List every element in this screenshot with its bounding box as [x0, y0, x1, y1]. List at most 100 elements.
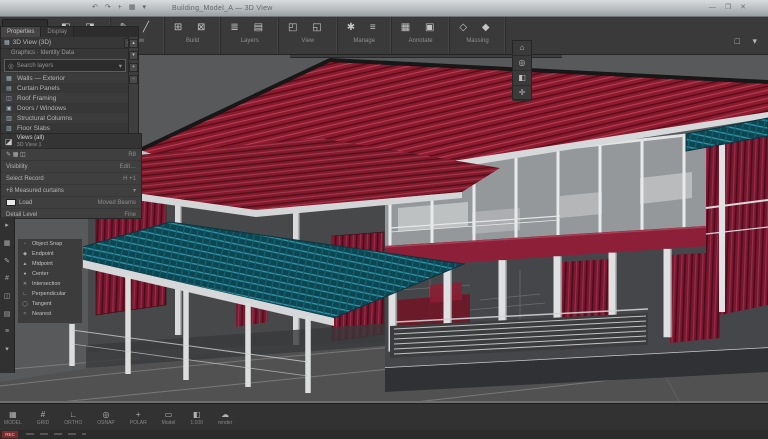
layers-icons[interactable]: ≣ ▤ — [230, 19, 269, 37]
home-view-icon[interactable]: ⌂ — [513, 41, 531, 56]
view-tools-stack: ⌂ ◎ ◧ ✛ — [512, 40, 532, 100]
list-item[interactable]: ▣ Doors / Windows — [1, 103, 138, 113]
right-slat-wall — [706, 122, 768, 318]
snap-icon: ✕ — [22, 281, 28, 287]
status-label: 1:100 — [190, 420, 203, 426]
ribbon-group-build[interactable]: ⊞ ⊠ Build — [165, 16, 222, 54]
minimize-button[interactable]: — — [709, 0, 716, 16]
menu-item[interactable]: ▲ Midpoint — [18, 259, 82, 269]
view-type-icon: ▦ — [4, 39, 10, 46]
search-input[interactable]: Search layers — [17, 63, 116, 69]
menu-item[interactable]: ● Center — [18, 269, 82, 279]
option-row[interactable]: Visibility Edit… — [1, 161, 141, 173]
pan-icon[interactable]: ✛ — [513, 86, 531, 101]
row-value: H +1 — [123, 176, 136, 182]
expand-icon[interactable]: ▸ — [5, 221, 9, 229]
chevron-down-icon[interactable]: ▾ — [133, 187, 136, 194]
status-label: MODEL — [4, 420, 22, 426]
menu-item-label: Perpendicular — [32, 291, 66, 297]
redo-icon[interactable]: ↷ — [105, 0, 111, 16]
status-label: render — [218, 420, 232, 426]
layer-label: Roof Framing — [17, 95, 56, 102]
section-icon[interactable]: ◫ — [4, 292, 11, 300]
view-options-palette: ◪ Views (all) 3D View 1 ✎ ▦ ◫ R8 Visibil… — [0, 133, 142, 219]
tab-properties[interactable]: Properties — [1, 27, 41, 37]
ribbon-group-massing[interactable]: ◇ ◆ Massing — [450, 16, 505, 54]
grid-icon[interactable]: ▦ — [4, 239, 11, 247]
status-model-tab[interactable]: ▭ Model — [162, 410, 176, 426]
group-label: Annotate — [409, 38, 433, 44]
list-item[interactable]: ▥ Structural Columns — [1, 113, 138, 123]
palette-subtitle: Graphics · Identity Data — [1, 49, 138, 58]
status-scale[interactable]: ◧ 1:100 — [190, 410, 203, 426]
chevron-down-icon[interactable]: ▾ — [5, 345, 9, 353]
status-toggle-grid[interactable]: # GRID — [37, 410, 50, 426]
tab-display[interactable]: Display — [41, 27, 74, 37]
snap-icon: ◯ — [22, 301, 28, 307]
snap-icon: ▫ — [22, 241, 28, 247]
option-row[interactable]: Load Moved Beams — [1, 197, 141, 209]
new-icon[interactable]: + — [118, 0, 122, 16]
status-toggle-model[interactable]: ▦ MODEL — [4, 410, 22, 426]
snap-icon: ▲ — [22, 261, 28, 267]
row-label: Load — [19, 200, 32, 206]
layer-search-box[interactable]: ◎ Search layers ▾ — [4, 59, 126, 72]
annotate-icons[interactable]: ▦ ▣ — [401, 19, 441, 37]
manage-icons[interactable]: ✱ ≡ — [347, 19, 382, 37]
list-icon[interactable]: ≡ — [5, 328, 9, 335]
menu-item[interactable]: ◯ Tangent — [18, 299, 82, 309]
list-item[interactable]: ◫ Roof Framing — [1, 93, 138, 103]
row-value: Moved Beams — [98, 200, 136, 206]
status-render[interactable]: ☁ render — [218, 410, 232, 426]
status-label: GRID — [37, 420, 50, 426]
ribbon-right-icons[interactable]: □ ▾ — [735, 36, 762, 47]
option-row[interactable]: Detail Level Fine — [1, 209, 141, 220]
ribbon-group-annotate[interactable]: ▦ ▣ Annotate — [392, 16, 451, 54]
close-button[interactable]: ✕ — [740, 0, 746, 16]
view-icons[interactable]: ◰ ◱ — [288, 19, 328, 37]
option-row[interactable]: +8 Measured curtains ▾ — [1, 185, 141, 197]
menu-item[interactable]: ◆ Endpoint — [18, 249, 82, 259]
status-toggle-ortho[interactable]: ∟ ORTHO — [64, 410, 82, 426]
menu-item[interactable]: ▫ Object Snap — [18, 239, 82, 249]
menu-item[interactable]: ∟ Perpendicular — [18, 289, 82, 299]
status-toggle-osnap[interactable]: ◎ OSNAP — [97, 410, 115, 426]
scroll-up-button[interactable]: ▴ — [129, 39, 138, 48]
undo-icon[interactable]: ↶ — [92, 0, 98, 16]
menu-item-label: Midpoint — [32, 261, 53, 267]
ribbon-group-view[interactable]: ◰ ◱ View — [279, 16, 338, 54]
pencil-icon[interactable]: ✎ — [4, 257, 10, 265]
color-swatch[interactable] — [6, 199, 16, 206]
list-item[interactable]: ▦ Walls — Exterior — [1, 73, 138, 83]
scroll-down-button[interactable]: ▾ — [129, 51, 138, 60]
menu-item-label: Nearest — [32, 311, 51, 317]
window-title: Building_Model_A — 3D View — [172, 5, 273, 12]
list-item[interactable]: ▧ Floor Slabs — [1, 123, 138, 133]
row-label: Visibility — [6, 164, 28, 170]
hatch-icon[interactable]: # — [5, 275, 9, 282]
section-box-icon[interactable]: ◧ — [513, 71, 531, 86]
views-title: Views (all) — [17, 135, 45, 142]
list-item[interactable]: ▤ Curtain Panels — [1, 83, 138, 93]
grid-icon[interactable]: ▦ — [129, 0, 136, 16]
menu-item[interactable]: ≈ Nearest — [18, 309, 82, 319]
orbit-icon[interactable]: ◎ — [513, 56, 531, 71]
option-row[interactable]: ✎ ▦ ◫ R8 — [1, 149, 141, 161]
massing-icons[interactable]: ◇ ◆ — [459, 19, 495, 37]
build-icons[interactable]: ⊞ ⊠ — [174, 19, 212, 37]
ribbon-group-manage[interactable]: ✱ ≡ Manage — [338, 16, 392, 54]
group-label: Build — [186, 38, 199, 44]
status-badge: REC — [2, 431, 18, 438]
chevron-down-icon[interactable]: ▾ — [119, 62, 122, 70]
group-label: Manage — [353, 38, 375, 44]
edit-button[interactable]: Edit… — [120, 164, 136, 170]
add-button[interactable]: + — [129, 63, 138, 72]
remove-button[interactable]: − — [129, 75, 138, 84]
qat-dropdown-icon[interactable]: ▾ — [142, 0, 146, 16]
table-icon[interactable]: ▤ — [4, 310, 11, 318]
option-row[interactable]: Select Record H +1 — [1, 173, 141, 185]
maximize-button[interactable]: ❐ — [725, 0, 731, 16]
ribbon-group-layers[interactable]: ≣ ▤ Layers — [221, 16, 279, 54]
menu-item[interactable]: ✕ Intersection — [18, 279, 82, 289]
status-toggle-polar[interactable]: + POLAR — [130, 410, 147, 426]
